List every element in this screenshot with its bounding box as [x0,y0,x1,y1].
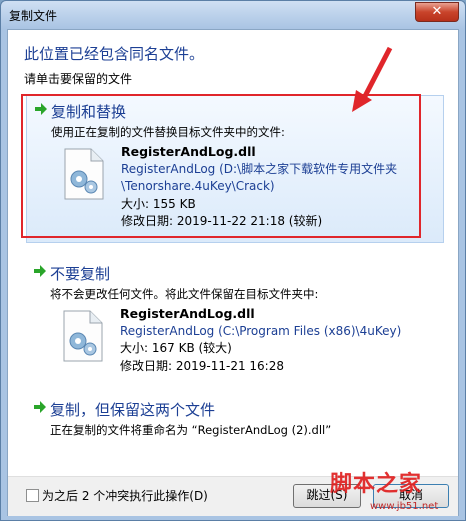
file-modified: 修改日期: 2019-11-21 16:28 [120,358,284,373]
option-description: 将不会更改任何文件。将此文件保留在目标文件夹中: [50,287,319,301]
green-arrow-icon [34,401,46,413]
option-description: 正在复制的文件将重命名为 “RegisterAndLog (2).dll” [50,423,332,437]
window-title: 复制文件 [9,9,58,23]
file-path: RegisterAndLog (C:\Program Files (x86)\4… [120,323,402,338]
annotation-highlight-box [21,94,421,238]
watermark-logo: 脚本之家 [330,471,423,497]
option-copy-keep-both[interactable]: 复制，但保留这两个文件 正在复制的文件将重命名为 “RegisterAndLog… [26,394,442,444]
green-arrow-icon [34,265,46,277]
apply-to-all-label[interactable]: 为之后 2 个冲突执行此操作(D) [42,487,208,504]
option-title: 不要复制 [50,265,111,283]
title-bar[interactable]: 复制文件 ✕ [1,1,465,29]
close-button[interactable]: ✕ [415,2,459,22]
file-details: RegisterAndLog.dll RegisterAndLog (C:\Pr… [120,305,401,375]
dialog-heading: 此位置已经包含同名文件。 [24,45,205,63]
file-size: 大小: 167 KB (较大) [120,341,232,355]
apply-to-all-checkbox[interactable] [26,489,39,502]
option-dont-copy[interactable]: 不要复制 将不会更改任何文件。将此文件保留在目标文件夹中: RegisterAn… [26,258,442,383]
option-title: 复制，但保留这两个文件 [50,401,216,419]
dll-file-icon [63,310,103,362]
annotation-arrow-icon [352,46,393,112]
file-name: RegisterAndLog.dll [120,306,255,321]
dialog-subheading: 请单击要保留的文件 [24,72,133,86]
copy-file-dialog: 复制文件 ✕ 此位置已经包含同名文件。 请单击要保留的文件 复制和替换 使用正在… [0,0,466,521]
watermark-url: www.jb51.net [370,501,439,512]
